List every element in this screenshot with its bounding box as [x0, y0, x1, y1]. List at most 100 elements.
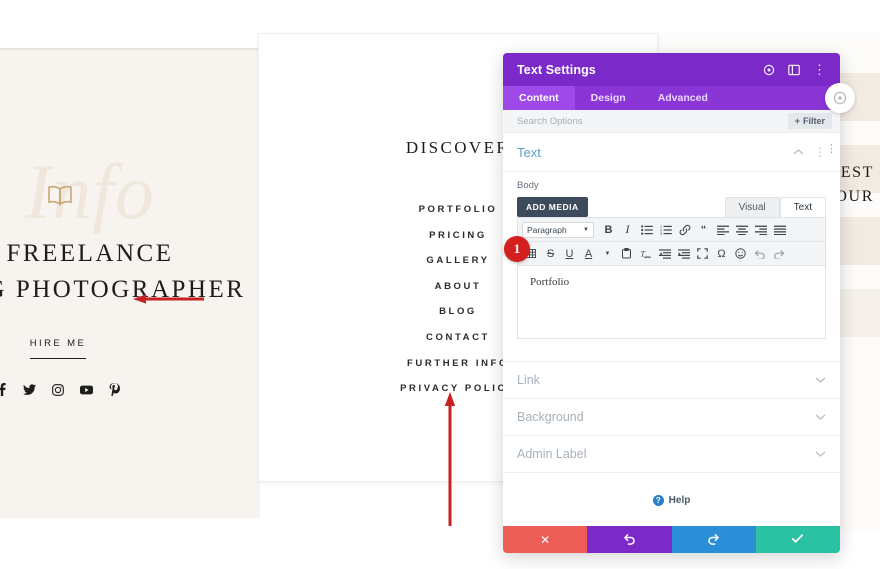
search-input[interactable]: Search Options — [517, 116, 788, 127]
redo-icon[interactable] — [769, 245, 788, 262]
paste-as-text-icon[interactable] — [617, 245, 636, 262]
accordion-background[interactable]: Background — [503, 399, 840, 436]
tab-visual[interactable]: Visual — [724, 197, 780, 217]
panel-footer-bar: ✕ — [503, 526, 840, 553]
right-panel-text-line1: EST — [840, 164, 874, 181]
facebook-icon[interactable] — [0, 383, 7, 396]
save-button[interactable] — [755, 526, 840, 553]
text-settings-panel: Text Settings ⋮ Content Design Advanced … — [503, 53, 840, 553]
annotation-arrow-horizontal — [133, 291, 205, 304]
filter-label: Filter — [802, 116, 825, 126]
clear-formatting-icon[interactable]: T — [636, 245, 655, 262]
editor-content-area[interactable]: Portfolio — [518, 266, 825, 338]
undo-button[interactable] — [587, 526, 672, 553]
panel-title-bar: Text Settings ⋮ — [503, 53, 840, 86]
indent-icon[interactable] — [674, 245, 693, 262]
layout-panel-icon[interactable] — [788, 64, 800, 76]
accordion-background-label: Background — [517, 410, 584, 424]
accordion-admin-label[interactable]: Admin Label — [503, 436, 840, 473]
script-watermark: Info — [25, 148, 155, 235]
twitter-icon[interactable] — [23, 383, 36, 396]
redo-arrow-icon — [707, 532, 720, 548]
body-field-label: Body — [517, 180, 539, 191]
paragraph-format-value: Paragraph — [527, 224, 567, 235]
align-left-icon[interactable] — [713, 221, 732, 238]
align-right-icon[interactable] — [751, 221, 770, 238]
open-book-icon — [46, 184, 74, 206]
panel-title-icons: ⋮ — [763, 63, 826, 76]
chevron-down-icon[interactable] — [815, 408, 826, 426]
emoji-icon[interactable] — [731, 245, 750, 262]
outdent-icon[interactable] — [655, 245, 674, 262]
youtube-icon[interactable] — [80, 385, 93, 395]
website-left-panel: Info FREELANCE DING PHOTOGRAPHER HIRE ME — [0, 48, 260, 518]
search-options-row: Search Options + Filter — [503, 110, 840, 133]
undo-arrow-icon — [623, 532, 636, 548]
right-panel-text: EST OUR — [835, 161, 874, 209]
panel-top-edge — [0, 48, 260, 50]
svg-text:3: 3 — [660, 232, 662, 235]
redo-button[interactable] — [671, 526, 756, 553]
kebab-menu-icon[interactable]: ⋮ — [826, 144, 837, 155]
editor-mode-tabs: Visual Text — [724, 197, 826, 217]
paragraph-format-select[interactable]: Paragraph ▼ — [522, 221, 594, 238]
target-icon[interactable] — [763, 64, 775, 76]
annotation-badge-1: 1 — [504, 236, 530, 262]
accordion-link[interactable]: Link — [503, 361, 840, 399]
tab-advanced[interactable]: Advanced — [642, 86, 724, 110]
pinterest-icon[interactable] — [109, 383, 120, 396]
help-link[interactable]: ? Help — [503, 473, 840, 506]
bulleted-list-icon[interactable] — [637, 221, 656, 238]
social-icon-row — [0, 383, 156, 396]
panel-body: Text ⋮ Body ADD MEDIA Visual Text Paragr… — [503, 133, 840, 526]
plus-icon: + — [794, 116, 800, 126]
filter-button[interactable]: + Filter — [787, 113, 832, 129]
align-center-icon[interactable] — [732, 221, 751, 238]
editor-toolbar-row-2: S U A ▼ T Ω — [518, 242, 825, 266]
help-question-icon: ? — [652, 495, 664, 506]
hire-me-button[interactable]: HIRE ME — [29, 338, 87, 359]
section-title: Text — [517, 144, 541, 160]
screenshot-canvas: EST OUR Info FREELANCE DING PHOTOGRAPHER… — [0, 0, 880, 569]
link-icon[interactable] — [675, 221, 694, 238]
chevron-down-icon[interactable] — [815, 371, 826, 389]
strikethrough-icon[interactable]: S — [541, 245, 560, 262]
special-character-icon[interactable]: Ω — [712, 245, 731, 262]
hire-me-wrapper: HIRE ME — [0, 333, 156, 359]
chevron-down-icon[interactable] — [815, 445, 826, 463]
annotation-arrow-vertical — [443, 392, 457, 527]
chevron-down-icon[interactable]: ▼ — [598, 245, 617, 262]
italic-icon[interactable]: I — [618, 221, 637, 238]
section-actions: ⋮ — [793, 143, 826, 161]
wysiwyg-editor: Paragraph ▼ B I 1 2 3 “ S U A ▼ T Ω Port… — [517, 217, 826, 339]
chevron-up-icon[interactable] — [793, 143, 804, 161]
target-icon[interactable] — [825, 83, 855, 113]
text-color-icon[interactable]: A — [579, 245, 598, 262]
editor-toolbar-row-1: Paragraph ▼ B I 1 2 3 “ — [518, 218, 825, 242]
accordion-admin-label-label: Admin Label — [517, 447, 587, 461]
tab-content[interactable]: Content — [503, 86, 575, 110]
numbered-list-icon[interactable]: 1 2 3 — [656, 221, 675, 238]
underline-icon[interactable]: U — [560, 245, 579, 262]
left-panel-title-line1: FREELANCE — [6, 240, 174, 267]
section-header-text[interactable]: Text ⋮ — [503, 133, 840, 172]
kebab-menu-icon[interactable]: ⋮ — [813, 63, 826, 76]
right-panel-text-line2: OUR — [835, 188, 874, 205]
blockquote-icon[interactable]: “ — [694, 221, 713, 238]
fullscreen-icon[interactable] — [693, 245, 712, 262]
body-field: Body ADD MEDIA Visual Text Paragraph ▼ B… — [503, 172, 840, 339]
panel-tab-bar: Content Design Advanced — [503, 86, 840, 110]
help-label: Help — [668, 495, 691, 506]
add-media-row: ADD MEDIA Visual Text — [517, 197, 826, 217]
undo-icon[interactable] — [750, 245, 769, 262]
bold-icon[interactable]: B — [599, 221, 618, 238]
kebab-menu-icon[interactable]: ⋮ — [814, 146, 826, 158]
instagram-icon[interactable] — [52, 383, 64, 396]
cancel-button[interactable]: ✕ — [503, 526, 588, 553]
tab-text[interactable]: Text — [779, 197, 826, 217]
add-media-button[interactable]: ADD MEDIA — [517, 197, 588, 217]
align-justify-icon[interactable] — [770, 221, 789, 238]
tab-design[interactable]: Design — [575, 86, 642, 110]
accordion-link-label: Link — [517, 373, 540, 387]
